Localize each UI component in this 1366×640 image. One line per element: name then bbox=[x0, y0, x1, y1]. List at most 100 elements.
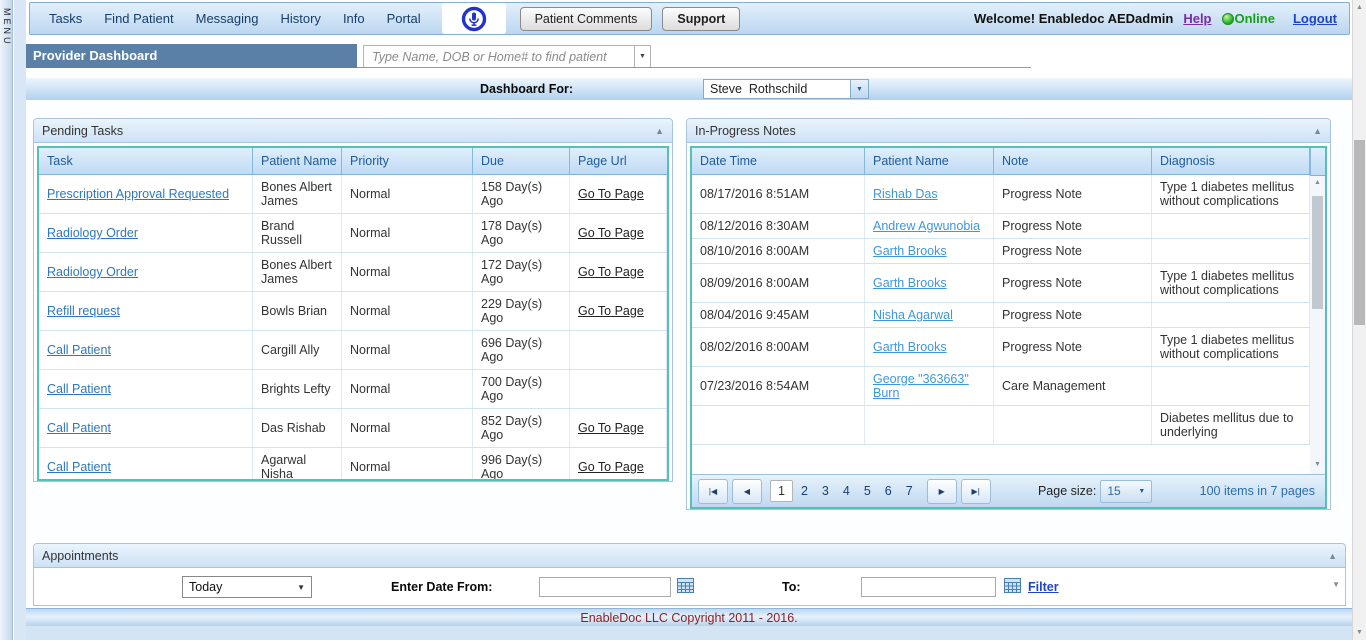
page-number[interactable]: 3 bbox=[816, 481, 835, 501]
page-size-select[interactable]: 15 ▼ bbox=[1100, 480, 1152, 503]
page-number[interactable]: 1 bbox=[770, 480, 793, 502]
scroll-up-icon[interactable]: ▲ bbox=[1353, 0, 1366, 15]
nav-item[interactable]: History bbox=[269, 11, 331, 26]
patient-link[interactable]: Andrew Agwunobia bbox=[873, 219, 980, 233]
calendar-icon[interactable] bbox=[1004, 578, 1021, 593]
page-number[interactable]: 5 bbox=[858, 481, 877, 501]
appointments-range-select[interactable]: Today ▼ bbox=[182, 576, 312, 598]
collapse-icon[interactable]: ▲ bbox=[655, 126, 664, 136]
collapse-icon[interactable]: ▲ bbox=[1328, 551, 1337, 561]
patient-link[interactable]: Garth Brooks bbox=[873, 340, 947, 354]
page-number[interactable]: 2 bbox=[795, 481, 814, 501]
scroll-up-icon[interactable]: ▲ bbox=[1310, 176, 1325, 190]
task-link[interactable]: Call Patient bbox=[47, 460, 111, 474]
column-header[interactable]: Patient Name bbox=[253, 148, 342, 175]
appointments-header[interactable]: Appointments ▲ bbox=[34, 544, 1345, 568]
nav-item[interactable]: Messaging bbox=[185, 11, 270, 26]
patient-link[interactable]: Rishab Das bbox=[873, 187, 938, 201]
patient-comments-button[interactable]: Patient Comments bbox=[520, 7, 653, 31]
page-number[interactable]: 6 bbox=[879, 481, 898, 501]
patient-search-input[interactable] bbox=[363, 45, 634, 68]
patient-search-dropdown-button[interactable]: ▼ bbox=[634, 45, 651, 68]
pending-tasks-header[interactable]: Pending Tasks ▲ bbox=[34, 119, 672, 143]
column-header[interactable]: Date Time bbox=[692, 148, 865, 175]
page-number[interactable]: 7 bbox=[900, 481, 919, 501]
note-cell: Progress Note bbox=[994, 264, 1152, 303]
dashboard-for-label: Dashboard For: bbox=[480, 82, 573, 96]
scroll-down-icon[interactable]: ▼ bbox=[1310, 458, 1325, 472]
pagination-summary: 100 items in 7 pages bbox=[1200, 484, 1319, 498]
left-gutter bbox=[14, 0, 26, 640]
priority-cell: Normal bbox=[342, 331, 473, 370]
column-header[interactable]: Task bbox=[39, 148, 253, 175]
task-link[interactable]: Call Patient bbox=[47, 382, 111, 396]
task-link[interactable]: Prescription Approval Requested bbox=[47, 187, 229, 201]
nav-item[interactable]: Tasks bbox=[38, 11, 93, 26]
page-number[interactable]: 4 bbox=[837, 481, 856, 501]
provider-select-dropdown-button[interactable]: ▼ bbox=[850, 80, 868, 98]
table-scrollbar[interactable]: ▲ ▼ bbox=[1310, 148, 1325, 474]
chevron-down-icon: ▼ bbox=[297, 583, 305, 592]
task-link[interactable]: Radiology Order bbox=[47, 226, 138, 240]
table-row: Radiology Order Bones Albert James Norma… bbox=[39, 253, 667, 292]
help-link[interactable]: Help bbox=[1183, 11, 1211, 26]
patient-link[interactable]: George "363663" Burn bbox=[873, 372, 969, 400]
patient-link[interactable]: Garth Brooks bbox=[873, 276, 947, 290]
last-page-button[interactable]: ▶| bbox=[961, 479, 991, 504]
table-row: Call Patient Brights Lefty Normal 700 Da… bbox=[39, 370, 667, 409]
nav-item[interactable]: Find Patient bbox=[93, 11, 184, 26]
task-cell: Call Patient bbox=[39, 409, 253, 448]
calendar-icon[interactable] bbox=[677, 578, 694, 593]
column-header[interactable]: Page Url bbox=[570, 148, 667, 175]
task-link[interactable]: Call Patient bbox=[47, 421, 111, 435]
nav-item[interactable]: Info bbox=[332, 11, 376, 26]
next-page-button[interactable]: ▶ bbox=[927, 479, 957, 504]
due-cell: 158 Day(s) Ago bbox=[473, 175, 570, 214]
column-header[interactable]: Patient Name bbox=[865, 148, 994, 175]
go-to-page-link[interactable]: Go To Page bbox=[578, 226, 644, 240]
task-link[interactable]: Call Patient bbox=[47, 343, 111, 357]
topbar-right: Welcome! Enabledoc AEDadmin Help Online … bbox=[974, 11, 1341, 26]
column-header[interactable]: Diagnosis bbox=[1152, 148, 1310, 175]
scrollbar-thumb[interactable] bbox=[1312, 196, 1323, 309]
patient-search: ▼ bbox=[363, 45, 651, 68]
column-header[interactable]: Note bbox=[994, 148, 1152, 175]
prev-page-button[interactable]: ◀ bbox=[732, 479, 762, 504]
patient-link[interactable]: Garth Brooks bbox=[873, 244, 947, 258]
go-to-page-link[interactable]: Go To Page bbox=[578, 460, 644, 474]
first-page-button[interactable]: |◀ bbox=[698, 479, 728, 504]
date-to-input[interactable] bbox=[861, 577, 996, 597]
provider-select[interactable]: Steve Rothschild ▼ bbox=[703, 79, 869, 99]
task-link[interactable]: Refill request bbox=[47, 304, 120, 318]
patient-link[interactable]: Nisha Agarwal bbox=[873, 308, 953, 322]
table-row: 08/02/2016 8:00AM Garth Brooks Progress … bbox=[692, 328, 1310, 367]
date-from-label: Enter Date From: bbox=[391, 580, 492, 594]
page-scrollbar[interactable]: ▲ ▼ bbox=[1352, 0, 1366, 640]
filter-link[interactable]: Filter bbox=[1028, 580, 1059, 594]
collapse-icon[interactable]: ▲ bbox=[1313, 126, 1322, 136]
table-scrollbar-header bbox=[1310, 148, 1325, 176]
due-cell: 852 Day(s) Ago bbox=[473, 409, 570, 448]
diagnosis-cell bbox=[1152, 239, 1310, 264]
voice-button[interactable] bbox=[442, 3, 506, 34]
date-to-label: To: bbox=[782, 580, 801, 594]
in-progress-notes-header[interactable]: In-Progress Notes ▲ bbox=[687, 119, 1330, 143]
nav-item[interactable]: Portal bbox=[376, 11, 432, 26]
logout-link[interactable]: Logout bbox=[1293, 11, 1337, 26]
task-cell: Radiology Order bbox=[39, 253, 253, 292]
go-to-page-link[interactable]: Go To Page bbox=[578, 421, 644, 435]
scroll-down-icon[interactable]: ▼ bbox=[1353, 625, 1366, 640]
page-url-cell: Go To Page bbox=[570, 214, 667, 253]
column-header[interactable]: Priority bbox=[342, 148, 473, 175]
menu-strip[interactable]: MENU bbox=[0, 0, 13, 640]
patient-name-cell: George "363663" Burn bbox=[865, 367, 994, 406]
scrollbar-thumb[interactable] bbox=[1354, 140, 1365, 325]
date-from-input[interactable] bbox=[539, 577, 671, 597]
support-button[interactable]: Support bbox=[662, 7, 740, 31]
go-to-page-link[interactable]: Go To Page bbox=[578, 265, 644, 279]
go-to-page-link[interactable]: Go To Page bbox=[578, 187, 644, 201]
task-link[interactable]: Radiology Order bbox=[47, 265, 138, 279]
page-url-cell bbox=[570, 331, 667, 370]
column-header[interactable]: Due bbox=[473, 148, 570, 175]
go-to-page-link[interactable]: Go To Page bbox=[578, 304, 644, 318]
